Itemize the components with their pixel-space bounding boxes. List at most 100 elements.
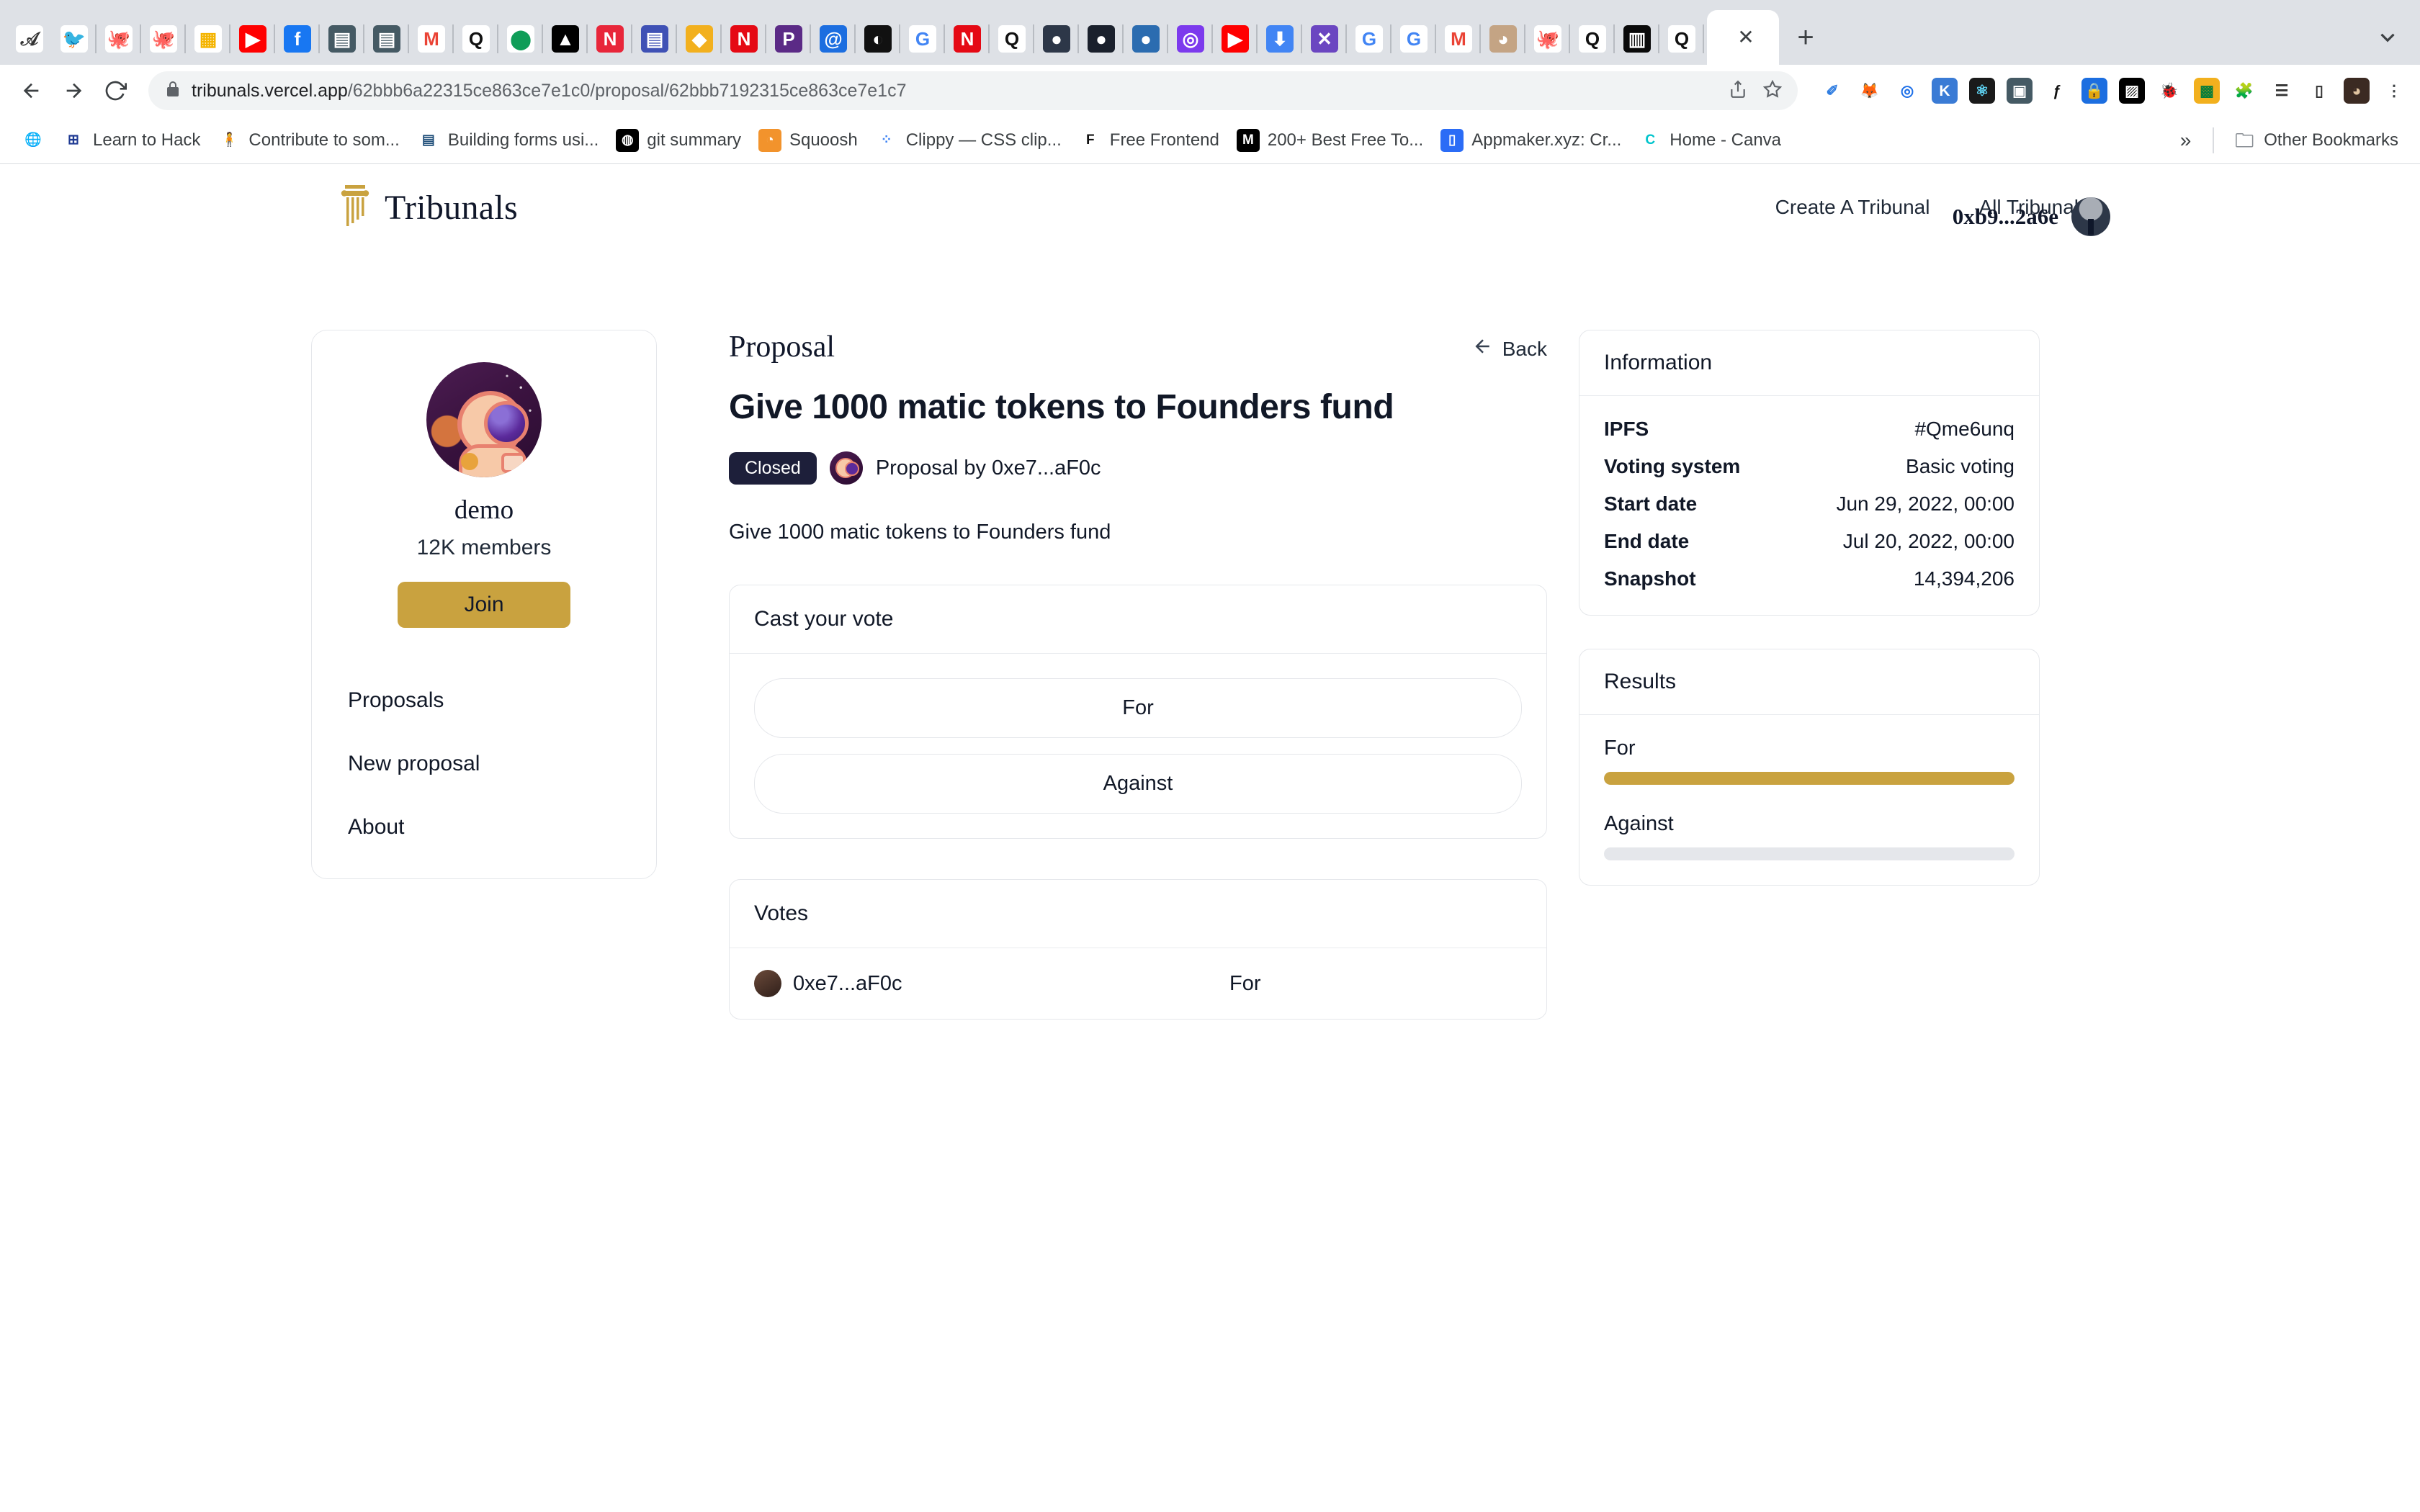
sidebar-extension[interactable]: ▯ <box>2306 78 2332 104</box>
sidebar-link-about[interactable]: About <box>348 815 630 840</box>
close-icon[interactable]: ✕ <box>1737 27 1754 48</box>
google-slides-tab[interactable]: ▦ <box>186 13 230 65</box>
gmail-tab[interactable]: M <box>409 13 454 65</box>
puzzle-extensions-menu[interactable]: 🧩 <box>2231 78 2257 104</box>
quora-tab-2[interactable]: Q <box>990 13 1034 65</box>
circle-tab[interactable]: ◎ <box>1168 13 1213 65</box>
chip-extension[interactable]: ▩ <box>2194 78 2220 104</box>
bookmarks-overflow-button[interactable]: » <box>2169 129 2203 152</box>
dark-tab[interactable]: ◐ <box>856 13 900 65</box>
download-tab[interactable]: ⬇ <box>1258 13 1302 65</box>
react-devtools-extension[interactable]: ⚛ <box>1969 78 1995 104</box>
building-forms-bookmark[interactable]: ▤ Building forms usi... <box>408 124 607 157</box>
metamask-extension[interactable]: 🦊 <box>1857 78 1883 104</box>
quora-tab[interactable]: Q <box>454 13 498 65</box>
sidebar-link-proposals[interactable]: Proposals <box>348 688 630 713</box>
back-icon[interactable] <box>13 72 50 109</box>
join-button[interactable]: Join <box>398 582 570 628</box>
information-value: Basic voting <box>1906 455 2015 477</box>
atom-tab[interactable]: 𝒜 <box>7 13 52 65</box>
netflix-tab-2-favicon-icon: N <box>954 25 981 53</box>
sidebar-link-new-proposal[interactable]: New proposal <box>348 752 630 776</box>
doc-tab[interactable]: ▤ <box>320 13 364 65</box>
dx-tab[interactable]: ✕ <box>1302 13 1347 65</box>
github-tab-3[interactable]: 🐙 <box>1525 13 1570 65</box>
pattern-extension[interactable]: ▨ <box>2119 78 2145 104</box>
back-button[interactable]: Back <box>1472 330 1547 362</box>
youtube-music-tab[interactable]: ▶ <box>230 13 275 65</box>
globe-bookmark[interactable]: 🌐 <box>13 124 53 157</box>
account-chip[interactable]: 0xb9...2a6e <box>1953 197 2110 236</box>
mail-tab[interactable]: @ <box>811 13 856 65</box>
quora-tab-4[interactable]: Q <box>1659 13 1704 65</box>
profile-avatar[interactable]: ◕ <box>2344 78 2370 104</box>
git-summary-bookmark[interactable]: ◍ git summary <box>607 124 750 157</box>
medium-200-bookmark[interactable]: M 200+ Best Free To... <box>1228 124 1432 157</box>
share-icon[interactable] <box>1729 80 1747 102</box>
appmaker-bookmark[interactable]: ▯ Appmaker.xyz: Cr... <box>1432 124 1630 157</box>
youtube-tab[interactable]: ▶ <box>1213 13 1258 65</box>
dev-tab[interactable]: ▤ <box>632 13 677 65</box>
page-viewport: Tribunals Create A Tribunal All Tribunal… <box>0 164 2420 1512</box>
playlist-extension[interactable]: ☰ <box>2269 78 2295 104</box>
learn-to-hack-bookmark[interactable]: ⊞ Learn to Hack <box>53 124 209 157</box>
doc-tab-2[interactable]: ▤ <box>364 13 409 65</box>
information-value: Jul 20, 2022, 00:00 <box>1842 530 2015 552</box>
vote-option-for[interactable]: For <box>754 678 1522 738</box>
clippy-bookmark[interactable]: ⁘ Clippy — CSS clip... <box>866 124 1070 157</box>
quora-tab-3[interactable]: Q <box>1570 13 1615 65</box>
avatar[interactable] <box>2071 197 2110 236</box>
sphere-tab[interactable]: ● <box>1034 13 1079 65</box>
medium-tab[interactable]: ⬤ <box>498 13 543 65</box>
google-tab[interactable]: G <box>900 13 945 65</box>
avatar-tab[interactable]: ◕ <box>1481 13 1525 65</box>
password-lock-extension[interactable]: 🔒 <box>2081 78 2107 104</box>
chevron-down-icon[interactable] <box>2355 10 2420 65</box>
github-tab[interactable]: 🐙 <box>97 13 141 65</box>
purple-tab[interactable]: P <box>766 13 811 65</box>
table-row[interactable]: 0xe7...aF0c For <box>730 948 1546 1019</box>
kami-extension[interactable]: K <box>1932 78 1958 104</box>
devto-tab[interactable]: ▥ <box>1615 13 1659 65</box>
bookmark-star-icon[interactable] <box>1762 79 1783 102</box>
sphere-tab-2[interactable]: ● <box>1079 13 1124 65</box>
url-path: /62bbb6a22315ce863ce7e1c0/proposal/62bbb… <box>347 80 907 101</box>
gold-tab[interactable]: ◆ <box>677 13 722 65</box>
forward-icon[interactable] <box>55 72 92 109</box>
canva-bookmark[interactable]: C Home - Canva <box>1630 124 1790 157</box>
reload-icon[interactable] <box>97 72 134 109</box>
quora-tab-3-favicon-icon: Q <box>1579 25 1606 53</box>
gmail-tab-2[interactable]: M <box>1436 13 1481 65</box>
other-bookmarks-button[interactable]: 🗀 Other Bookmarks <box>2224 124 2407 157</box>
active-tab[interactable]: ✕ <box>1707 10 1779 65</box>
free-frontend-bookmark[interactable]: F Free Frontend <box>1070 124 1228 157</box>
font-finder-extension[interactable]: ƒ <box>2044 78 2070 104</box>
google-tab-3[interactable]: G <box>1392 13 1436 65</box>
new-tab-extension[interactable]: ▣ <box>2007 78 2033 104</box>
brand-logo-group[interactable]: Tribunals <box>339 184 518 232</box>
vercel-tab[interactable]: ▲ <box>543 13 588 65</box>
nav-create-a-tribunal[interactable]: Create A Tribunal <box>1775 196 1930 219</box>
proposal-meta: Closed Proposal by 0xe7...aF0c <box>729 451 1547 485</box>
twitter-tab[interactable]: 🐦 <box>52 13 97 65</box>
google-tab-2[interactable]: G <box>1347 13 1392 65</box>
votes-heading: Votes <box>754 901 809 925</box>
blue-sphere-tab[interactable]: ● <box>1124 13 1168 65</box>
squoosh-bookmark[interactable]: ◔ Squoosh <box>750 124 866 157</box>
spiral-extension[interactable]: ◎ <box>1894 78 1920 104</box>
bug-tracker-extension[interactable]: 🐞 <box>2156 78 2182 104</box>
youtube-tab-favicon-icon: ▶ <box>1222 25 1249 53</box>
netflix-tab-2[interactable]: N <box>945 13 990 65</box>
github-tab-2[interactable]: 🐙 <box>141 13 186 65</box>
notion-tab[interactable]: N <box>588 13 632 65</box>
eyedropper-extension[interactable]: ✐ <box>1819 78 1845 104</box>
address-bar[interactable]: tribunals.vercel.app/62bbb6a22315ce863ce… <box>148 71 1798 110</box>
new-tab-button[interactable]: + <box>1779 10 1832 65</box>
contribute-bookmark[interactable]: 🧍 Contribute to som... <box>209 124 408 157</box>
chrome-menu[interactable]: ⋮ <box>2381 78 2407 104</box>
youtube-music-tab-favicon-icon: ▶ <box>239 25 266 53</box>
vote-option-against[interactable]: Against <box>754 754 1522 814</box>
facebook-tab[interactable]: f <box>275 13 320 65</box>
netflix-tab[interactable]: N <box>722 13 766 65</box>
information-card-header: Information <box>1579 330 2039 396</box>
